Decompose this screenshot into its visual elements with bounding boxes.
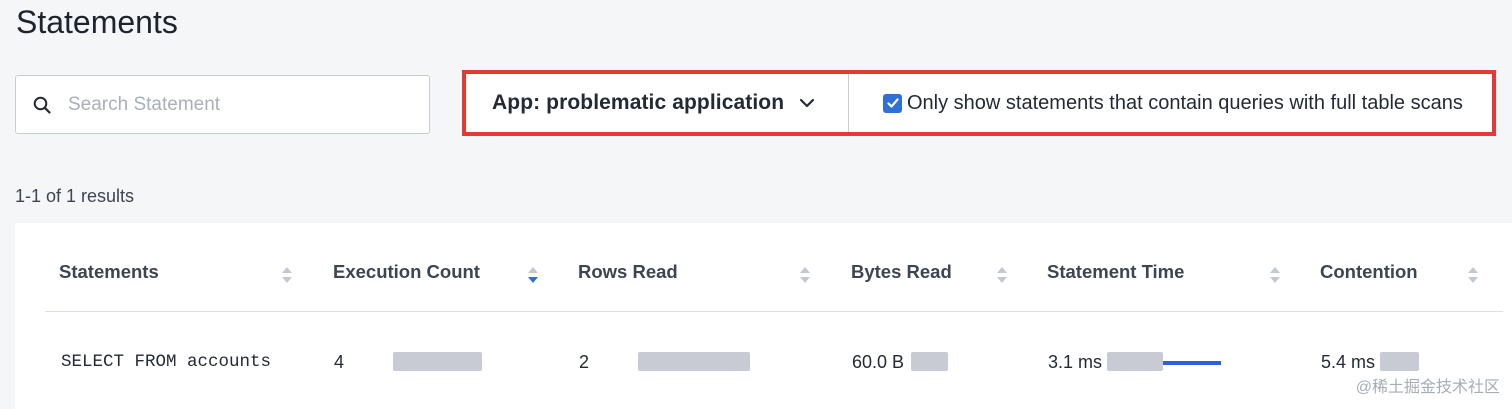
statement-link[interactable]: SELECT FROM accounts (61, 352, 271, 372)
sort-icon[interactable] (1467, 264, 1479, 286)
column-header-rows-read[interactable]: Rows Read (578, 261, 678, 283)
rows-read-value: 2 (579, 352, 590, 372)
checkmark-icon (886, 98, 899, 108)
column-header-statement-time[interactable]: Statement Time (1047, 261, 1184, 283)
column-header-contention[interactable]: Contention (1320, 261, 1418, 283)
chevron-down-icon (800, 98, 815, 108)
sort-icon[interactable] (527, 264, 539, 286)
column-header-bytes-read[interactable]: Bytes Read (851, 261, 952, 283)
table-row[interactable]: SELECT FROM accounts 4 2 60.0 B 3.1 ms 5… (45, 311, 1503, 409)
contention-bar (1380, 352, 1419, 371)
statement-time-value: 3.1 ms (1048, 352, 1103, 372)
page-title: Statements (16, 4, 178, 40)
sort-icon[interactable] (799, 264, 811, 286)
bytes-read-bar (911, 352, 948, 371)
contention-value: 5.4 ms (1321, 352, 1376, 372)
results-summary: 1-1 of 1 results (15, 186, 135, 206)
sort-icon[interactable] (1269, 264, 1281, 286)
rows-read-bar (638, 352, 750, 371)
table-header: Statements Execution Count Rows Read Byt… (45, 249, 1503, 297)
watermark: @稀土掘金技术社区 (1355, 379, 1500, 396)
column-header-execution-count[interactable]: Execution Count (333, 261, 480, 283)
search-icon (33, 96, 51, 114)
statements-table: Statements Execution Count Rows Read Byt… (15, 223, 1512, 409)
sort-icon[interactable] (996, 264, 1008, 286)
statement-time-bar-mask (1107, 352, 1163, 371)
search-box[interactable] (15, 75, 430, 134)
search-input[interactable] (68, 93, 398, 116)
bytes-read-value: 60.0 B (852, 352, 905, 372)
full-scan-checkbox[interactable] (883, 93, 902, 113)
execution-count-value: 4 (334, 352, 345, 372)
app-filter-dropdown[interactable]: App: problematic application (466, 74, 849, 132)
execution-count-bar (393, 352, 482, 371)
full-scan-label: Only show statements that contain querie… (907, 91, 1463, 114)
filter-group: App: problematic application Only show s… (462, 70, 1496, 136)
column-header-statements[interactable]: Statements (59, 261, 159, 283)
full-scan-filter[interactable]: Only show statements that contain querie… (849, 74, 1463, 132)
app-filter-label: App: problematic application (492, 91, 785, 114)
sort-icon[interactable] (281, 264, 293, 286)
